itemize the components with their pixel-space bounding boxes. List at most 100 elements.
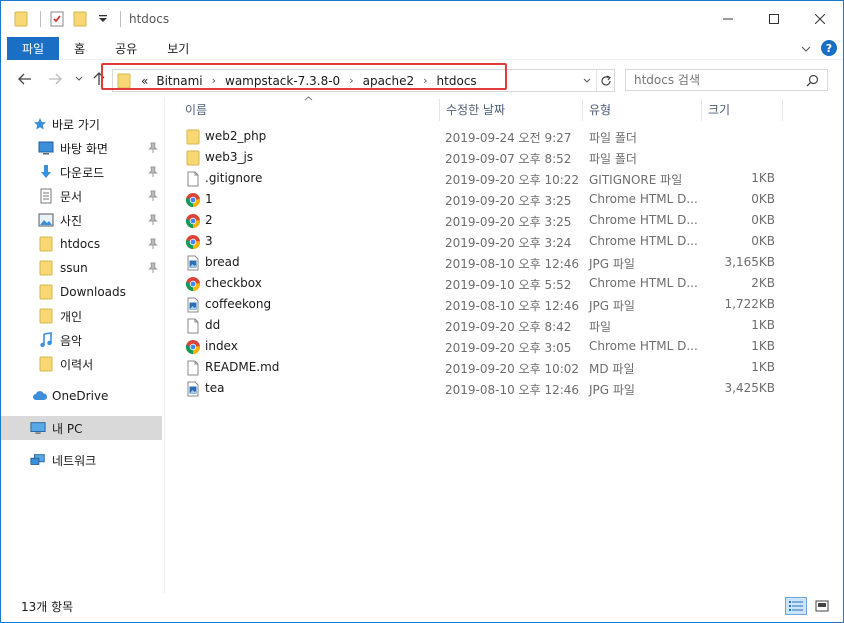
file-row[interactable]: 3 2019-09-20 오후 3:24 Chrome HTML D... 0KB — [166, 232, 842, 253]
address-bar[interactable]: « Bitnami › wampstack-7.3.8-0 › apache2 … — [112, 69, 615, 92]
back-button[interactable] — [15, 69, 35, 89]
sidebar-item-label: ssun — [60, 261, 88, 275]
customize-toolbar-icon[interactable] — [93, 9, 113, 29]
maximize-button[interactable] — [751, 1, 797, 37]
chrome-icon — [185, 276, 201, 292]
help-icon[interactable]: ? — [821, 40, 837, 56]
chrome-icon — [185, 339, 201, 355]
tab-view[interactable]: 보기 — [152, 37, 204, 60]
window-controls — [705, 1, 843, 37]
breadcrumb-overflow[interactable]: « — [141, 74, 148, 88]
sidebar-item-desktop[interactable]: 바탕 화면 — [1, 136, 162, 160]
file-row[interactable]: coffeekong 2019-08-10 오후 12:46 JPG 파일 1,722… — [166, 295, 842, 316]
desktop-icon — [38, 140, 54, 156]
column-name[interactable]: 이름 — [179, 97, 439, 121]
file-type: MD 파일 — [589, 362, 635, 376]
sidebar-item-label: 바탕 화면 — [60, 141, 108, 156]
file-date: 2019-09-20 오후 10:22 — [445, 173, 580, 187]
ribbon-right: ? — [801, 40, 837, 56]
sidebar-item-documents[interactable]: 문서 — [1, 184, 162, 208]
properties-icon[interactable] — [47, 9, 67, 29]
file-row[interactable]: checkbox 2019-09-10 오후 5:52 Chrome HTML D.… — [166, 274, 842, 295]
file-date: 2019-08-10 오후 12:46 — [445, 383, 580, 397]
status-bar: 13개 항목 — [1, 593, 843, 622]
file-row[interactable]: web2_php 2019-09-24 오전 9:27 파일 폴더 — [166, 127, 842, 148]
file-size: 1,722KB — [724, 297, 775, 311]
pin-icon[interactable] — [148, 238, 158, 250]
forward-button[interactable] — [45, 69, 65, 89]
file-type: Chrome HTML D... — [589, 339, 698, 353]
column-date[interactable]: 수정한 날짜 — [440, 97, 582, 121]
file-size: 3,165KB — [724, 255, 775, 269]
pin-icon[interactable] — [148, 214, 158, 226]
folder-icon — [38, 284, 54, 300]
chevron-right-icon[interactable]: › — [423, 74, 427, 87]
pin-icon[interactable] — [148, 190, 158, 202]
folder-icon — [38, 236, 54, 252]
pin-icon[interactable] — [148, 166, 158, 178]
search-icon[interactable] — [806, 74, 819, 90]
folder-icon — [185, 150, 201, 166]
title-bar: htdocs — [1, 1, 843, 37]
sidebar-item-ssun[interactable]: ssun — [1, 256, 162, 280]
large-icons-view-button[interactable] — [811, 597, 833, 615]
image-icon — [185, 381, 201, 397]
file-row[interactable]: web3_js 2019-09-07 오후 8:52 파일 폴더 — [166, 148, 842, 169]
sidebar-item-this-pc[interactable]: 내 PC — [1, 416, 162, 440]
tab-file[interactable]: 파일 — [7, 36, 60, 60]
file-name: dd — [205, 318, 221, 332]
file-size: 0KB — [751, 213, 775, 227]
details-view-button[interactable] — [785, 597, 807, 615]
tab-share[interactable]: 공유 — [100, 37, 152, 60]
file-name: web2_php — [205, 129, 267, 143]
sidebar-item-music[interactable]: 음악 — [1, 328, 162, 352]
chevron-right-icon[interactable]: › — [349, 74, 353, 87]
file-row[interactable]: bread 2019-08-10 오후 12:46 JPG 파일 3,165KB — [166, 253, 842, 274]
address-dropdown-icon[interactable] — [580, 70, 594, 91]
sidebar-item-personal[interactable]: 개인 — [1, 304, 162, 328]
file-row[interactable]: dd 2019-09-20 오후 8:42 파일 1KB — [166, 316, 842, 337]
pictures-icon — [38, 212, 54, 228]
file-row[interactable]: index 2019-09-20 오후 3:05 Chrome HTML D... 1… — [166, 337, 842, 358]
column-type[interactable]: 유형 — [583, 97, 701, 121]
file-name: tea — [205, 381, 225, 395]
breadcrumb-apache2[interactable]: apache2 — [363, 74, 415, 88]
file-row[interactable]: .gitignore 2019-09-20 오후 10:22 GITIGNORE 파… — [166, 169, 842, 190]
search-input[interactable] — [634, 73, 804, 87]
sidebar-item-quick-access[interactable]: 바로 가기 — [1, 112, 162, 136]
close-button[interactable] — [797, 1, 843, 37]
file-row[interactable]: 2 2019-09-20 오후 3:25 Chrome HTML D... 0KB — [166, 211, 842, 232]
new-folder-icon[interactable] — [70, 9, 90, 29]
file-row[interactable]: README.md 2019-09-20 오후 10:02 MD 파일 1KB — [166, 358, 842, 379]
sidebar-item-onedrive[interactable]: OneDrive — [1, 384, 162, 408]
sidebar-item-network[interactable]: 네트워크 — [1, 448, 162, 472]
file-date: 2019-09-20 오후 8:42 — [445, 320, 572, 334]
pin-icon[interactable] — [148, 262, 158, 274]
column-divider[interactable] — [782, 99, 783, 121]
file-size: 1KB — [751, 318, 775, 332]
breadcrumb-htdocs[interactable]: htdocs — [437, 74, 477, 88]
sidebar-item-label: 음악 — [60, 333, 83, 348]
column-size[interactable]: 크기 — [702, 97, 782, 121]
file-row[interactable]: 1 2019-09-20 오후 3:25 Chrome HTML D... 0KB — [166, 190, 842, 211]
pin-icon[interactable] — [148, 142, 158, 154]
sidebar-item-htdocs[interactable]: htdocs — [1, 232, 162, 256]
tab-home[interactable]: 홈 — [59, 37, 100, 60]
recent-locations-button[interactable] — [69, 69, 89, 89]
search-box[interactable] — [625, 69, 828, 91]
sidebar-item-downloads-ko[interactable]: 다운로드 — [1, 160, 162, 184]
file-row[interactable]: tea 2019-08-10 오후 12:46 JPG 파일 3,425KB — [166, 379, 842, 400]
breadcrumb-wampstack[interactable]: wampstack-7.3.8-0 — [225, 74, 340, 88]
sidebar-item-pictures[interactable]: 사진 — [1, 208, 162, 232]
breadcrumb-bitnami[interactable]: Bitnami — [156, 74, 202, 88]
file-name: 3 — [205, 234, 213, 248]
sidebar-item-downloads[interactable]: Downloads — [1, 280, 162, 304]
chevron-right-icon[interactable]: › — [212, 74, 216, 87]
up-button[interactable] — [89, 69, 109, 89]
expand-ribbon-icon[interactable] — [801, 41, 811, 55]
minimize-button[interactable] — [705, 1, 751, 37]
file-size: 0KB — [751, 234, 775, 248]
navigation-bar: « Bitnami › wampstack-7.3.8-0 › apache2 … — [1, 61, 843, 97]
sidebar-item-resume[interactable]: 이력서 — [1, 352, 162, 376]
refresh-button[interactable] — [596, 70, 614, 91]
